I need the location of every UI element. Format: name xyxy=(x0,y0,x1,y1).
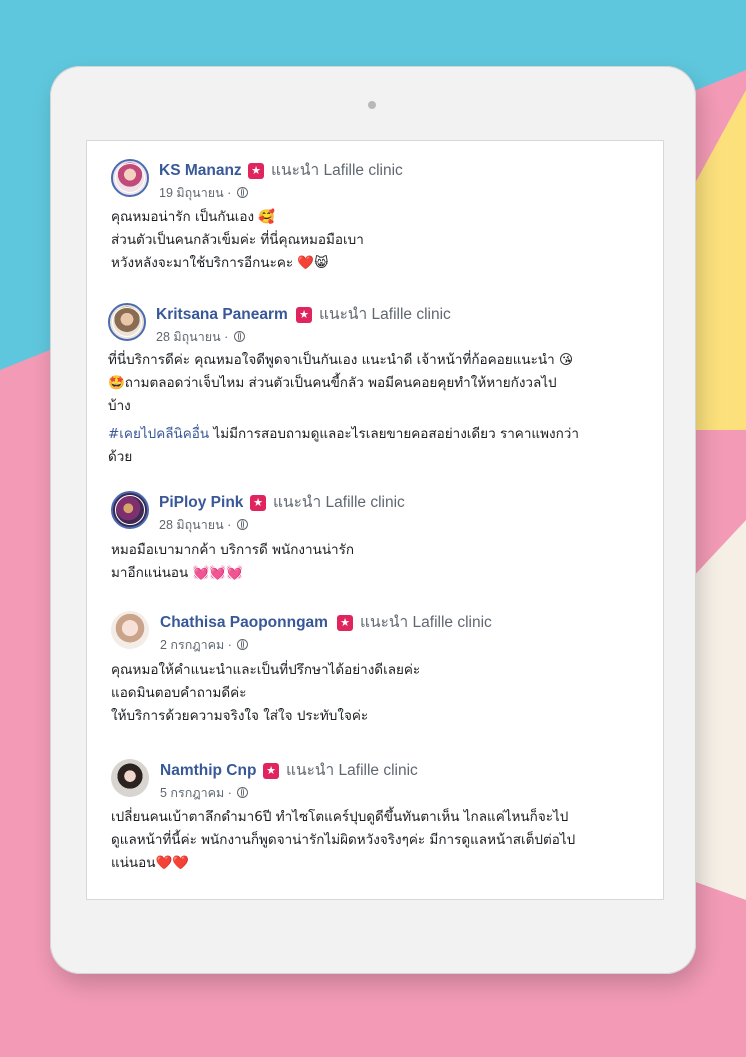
separator: · xyxy=(227,786,232,800)
camera-dot xyxy=(368,101,376,109)
reviewer-name[interactable]: KS Mananz xyxy=(159,162,242,180)
review-line: คุณหมอให้คำแนะนำและเป็นที่ปรึกษาได้อย่าง… xyxy=(111,662,421,678)
review-line: แอดมินตอบคำถามดีค่ะ xyxy=(111,685,247,701)
reviewer-name[interactable]: PiPloy Pink xyxy=(159,494,243,512)
recommend-star-icon: ★ xyxy=(263,763,279,779)
review-meta: 19 มิถุนายน · xyxy=(159,185,248,201)
review-line: ส่วนตัวเป็นคนกลัวเข็มค่ะ ที่นี่คุณหมอมือ… xyxy=(111,232,364,248)
review-text: เปลี่ยนคนเบ้าตาลึกดำมา6ปี ทำไซโตแคร์ปุบด… xyxy=(111,806,575,875)
separator: · xyxy=(227,518,232,532)
recommend-label[interactable]: แนะนำ Lafille clinic xyxy=(360,614,492,632)
review-meta: 28 มิถุนายน · xyxy=(159,517,248,533)
avatar[interactable] xyxy=(111,159,149,197)
reviewer-name[interactable]: Namthip Cnp xyxy=(160,762,256,780)
review-text: คุณหมอน่ารัก เป็นกันเอง 🥰 ส่วนตัวเป็นคนก… xyxy=(111,206,364,275)
hashtag-link[interactable]: #เคยไปคลีนิคอื่น xyxy=(108,426,209,442)
review-line: ด้วย xyxy=(108,449,133,465)
review-text: ที่นี่บริการดีค่ะ คุณหมอใจดีพูดจาเป็นกัน… xyxy=(108,349,579,469)
tablet-frame: KS Mananz ★ แนะนำ Lafille clinic 19 มิถุ… xyxy=(50,66,696,974)
reviewer-name[interactable]: Kritsana Panearm xyxy=(156,306,288,324)
reviewer-name[interactable]: Chathisa Paoponngam xyxy=(160,614,328,632)
recommend-label[interactable]: แนะนำ Lafille clinic xyxy=(273,494,405,512)
globe-icon xyxy=(237,787,249,798)
review-line: มาอีกแน่นอน 💓💓💓 xyxy=(111,565,243,581)
recommend-label[interactable]: แนะนำ Lafille clinic xyxy=(271,162,403,180)
separator: · xyxy=(227,638,232,652)
review-meta: 28 มิถุนายน · xyxy=(156,329,245,345)
review-date[interactable]: 5 กรกฎาคม xyxy=(160,786,224,800)
recommend-star-icon: ★ xyxy=(337,615,353,631)
review-line: หวังหลังจะมาใช้บริการอีกนะคะ ❤️😸 xyxy=(111,255,329,271)
globe-icon xyxy=(233,331,245,342)
avatar[interactable] xyxy=(111,611,149,649)
review-line: บ้าง xyxy=(108,398,131,414)
avatar[interactable] xyxy=(108,303,146,341)
review-text: คุณหมอให้คำแนะนำและเป็นที่ปรึกษาได้อย่าง… xyxy=(111,659,420,728)
recommend-label[interactable]: แนะนำ Lafille clinic xyxy=(286,762,418,780)
globe-icon xyxy=(236,187,248,198)
separator: · xyxy=(227,186,232,200)
recommend-star-icon: ★ xyxy=(296,307,312,323)
review-line: ดูแลหน้าที่นี้ค่ะ พนักงานก็พูดจาน่ารักไม… xyxy=(111,832,576,848)
review-line: 🤩ถามตลอดว่าเจ็บไหม ส่วนตัวเป็นคนขี้กลัว … xyxy=(108,375,557,391)
review-line: หมอมือเบามากค้า บริการดี พนักงานน่ารัก xyxy=(111,542,355,558)
review-meta: 2 กรกฎาคม · xyxy=(160,637,249,653)
review-line: แน่นอน❤️❤️ xyxy=(111,855,190,871)
globe-icon xyxy=(237,639,249,650)
recommend-star-icon: ★ xyxy=(248,163,264,179)
recommend-label[interactable]: แนะนำ Lafille clinic xyxy=(319,306,451,324)
review-line: คุณหมอน่ารัก เป็นกันเอง 🥰 xyxy=(111,209,276,225)
globe-icon xyxy=(236,519,248,530)
review-date[interactable]: 28 มิถุนายน xyxy=(156,330,221,344)
avatar[interactable] xyxy=(111,759,149,797)
review-text: หมอมือเบามากค้า บริการดี พนักงานน่ารัก ม… xyxy=(111,539,354,585)
review-line: ที่นี่บริการดีค่ะ คุณหมอใจดีพูดจาเป็นกัน… xyxy=(108,352,574,368)
separator: · xyxy=(224,330,229,344)
review-line: เปลี่ยนคนเบ้าตาลึกดำมา6ปี ทำไซโตแคร์ปุบด… xyxy=(111,809,569,825)
review-line-rest: ไม่มีการสอบถามดูแลอะไรเลยขายคอสอย่างเดีย… xyxy=(209,426,579,442)
review-meta: 5 กรกฎาคม · xyxy=(160,785,249,801)
review-line: ให้บริการด้วยความจริงใจ ใส่ใจ ประทับใจค่… xyxy=(111,708,369,724)
recommend-star-icon: ★ xyxy=(250,495,266,511)
reviews-screen: KS Mananz ★ แนะนำ Lafille clinic 19 มิถุ… xyxy=(86,140,664,900)
avatar[interactable] xyxy=(111,491,149,529)
review-date[interactable]: 2 กรกฎาคม xyxy=(160,638,224,652)
review-date[interactable]: 28 มิถุนายน xyxy=(159,518,224,532)
review-line: #เคยไปคลีนิคอื่น ไม่มีการสอบถามดูแลอะไรเ… xyxy=(108,423,579,446)
review-date[interactable]: 19 มิถุนายน xyxy=(159,186,224,200)
